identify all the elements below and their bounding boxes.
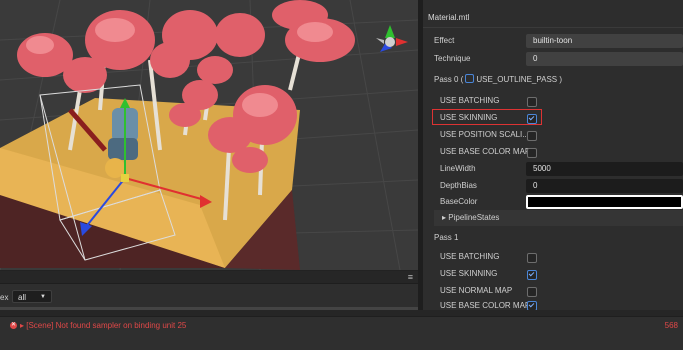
pass1-use-batching-row: USE BATCHING [423,249,683,265]
use-batching-checkbox[interactable] [527,253,537,263]
linewidth-label: LineWidth [440,164,476,173]
use-batching-label: USE BATCHING [440,252,500,261]
pass0-use-batching-row: USE BATCHING [423,93,683,109]
pass0-use-position-scaling-row: USE POSITION SCALI... [423,127,683,143]
effect-label: Effect [434,36,455,45]
pass1-header[interactable]: Pass 1 [423,230,683,246]
scene-bottom-panel: ≡ ex all ▼ [0,270,418,311]
menu-icon[interactable]: ≡ [408,272,413,282]
chevron-down-icon: ▼ [40,294,46,300]
depthbias-input[interactable]: 0 [526,179,683,193]
use-base-color-map-label: USE BASE COLOR MAP [440,301,531,310]
scene-viewport[interactable] [0,0,418,270]
use-base-color-map-checkbox[interactable] [527,148,537,158]
pipeline-states-foldout[interactable]: ▸ PipelineStates [434,210,683,226]
use-normal-map-label: USE NORMAL MAP [440,286,513,295]
use-normal-map-checkbox[interactable] [527,287,537,297]
pipeline-states-label: PipelineStates [448,213,500,222]
filter-label: ex [0,293,9,302]
linewidth-row: LineWidth 5000 [423,161,683,177]
pass0-header-prefix: Pass 0 ( [434,75,464,84]
depthbias-label: DepthBias [440,181,477,190]
inspector-panel: Material.mtl Effect builtin-toon Techniq… [423,0,683,310]
basecolor-swatch[interactable] [526,195,683,209]
use-skinning-checkbox[interactable] [527,270,537,280]
effect-select[interactable]: builtin-toon [526,34,683,48]
scene-render [0,0,418,270]
effect-row: Effect builtin-toon [423,33,683,49]
pass1-use-normal-map-row: USE NORMAL MAP [423,283,683,299]
use-base-color-map-label: USE BASE COLOR MAP [440,147,531,156]
basecolor-row: BaseColor [423,194,683,210]
use-batching-checkbox[interactable] [527,97,537,107]
technique-row: Technique 0 [423,51,683,67]
inspector-title: Material.mtl [423,8,683,28]
filter-value: all [18,293,27,302]
panel-header-bar: ≡ [0,271,418,284]
basecolor-label: BaseColor [440,197,478,206]
use-position-scaling-checkbox[interactable] [527,131,537,141]
pass1-use-skinning-row: USE SKINNING [423,266,683,282]
error-icon: ✕ [10,322,17,329]
filter-select[interactable]: all ▼ [12,290,52,303]
use-skinning-label: USE SKINNING [440,269,498,278]
console-message[interactable]: ▸ [Scene] Not found sampler on binding u… [20,321,186,330]
pass0-header-suffix: USE_OUTLINE_PASS ) [476,75,562,84]
technique-label: Technique [434,54,471,63]
pass1-use-base-color-map-row: USE BASE COLOR MAP [423,300,683,310]
check-icon[interactable] [465,74,475,83]
pass0-use-base-color-map-row: USE BASE COLOR MAP [423,144,683,160]
highlight-box [432,109,542,125]
use-position-scaling-label: USE POSITION SCALI... [440,130,529,139]
console-panel: ✕ ▸ [Scene] Not found sampler on binding… [0,316,683,350]
use-batching-label: USE BATCHING [440,96,500,105]
depthbias-row: DepthBias 0 [423,178,683,194]
pass0-header[interactable]: Pass 0 ( USE_OUTLINE_PASS ) [423,72,683,88]
technique-select[interactable]: 0 [526,52,683,66]
console-count: 568 [664,321,678,330]
use-base-color-map-checkbox[interactable] [527,301,537,310]
linewidth-input[interactable]: 5000 [526,162,683,176]
